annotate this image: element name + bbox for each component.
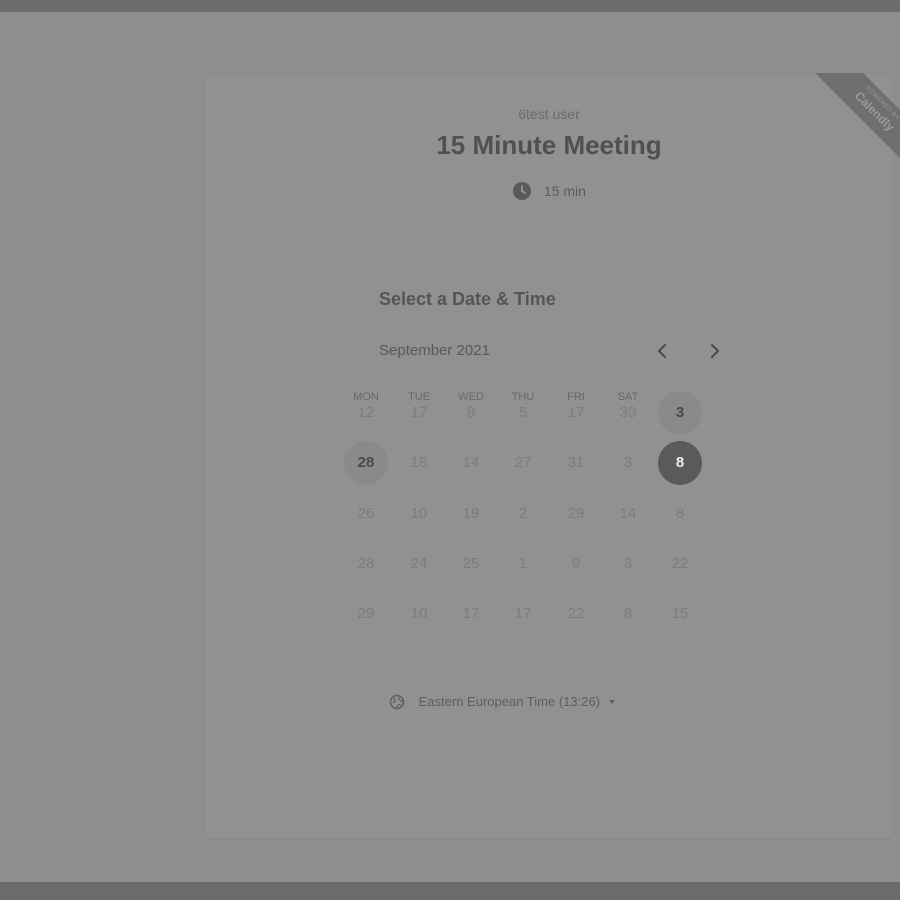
calendar-day: 14 (462, 454, 480, 472)
calendar-day: 1 (518, 554, 528, 572)
calendar-day: 31 (567, 454, 585, 472)
calendar-day: 10 (410, 605, 428, 623)
calendar-day: 27 (514, 454, 532, 472)
calendar-day-selected[interactable]: 8 (658, 441, 702, 486)
calendar-day: 26 (357, 504, 375, 522)
calendar-day: 3 (623, 554, 633, 572)
timezone-selector[interactable]: Eastern European Time (13:26) (389, 693, 615, 710)
calendar-day: 22 (567, 605, 585, 623)
calendar-day: 17 (410, 404, 428, 421)
calendar-day: 5 (518, 404, 528, 421)
calendar-day: 2 (518, 504, 528, 522)
timezone-label: Eastern European Time (13:26) (418, 694, 601, 710)
section-title: Select a Date & Time (379, 289, 556, 309)
chevron-left-icon[interactable] (651, 339, 675, 363)
calendar-day: 17 (514, 605, 532, 623)
event-owner: 6test user (518, 106, 580, 122)
calendar-day: 22 (671, 554, 689, 572)
event-duration: 15 min (205, 181, 893, 201)
bottom-bar (0, 882, 900, 900)
calendar-day: 9 (571, 554, 581, 572)
calendar-day: 28 (357, 554, 375, 572)
calendar-day: 8 (675, 504, 685, 522)
top-bar (0, 0, 900, 12)
event-title: 15 Minute Meeting (436, 130, 662, 160)
calendar-day: 10 (410, 504, 428, 522)
calendar-day: 29 (567, 504, 585, 522)
calendar-day: 30 (619, 404, 637, 421)
powered-by-badge[interactable]: POWERED BY Calendly (789, 73, 900, 177)
calendar-day: 8 (623, 605, 633, 623)
calendar-day: 24 (410, 554, 428, 572)
calendar-day-available[interactable]: 3 (658, 391, 702, 435)
clock-icon (513, 182, 532, 200)
scheduling-card: POWERED BY Calendly 6test user 15 Minute… (204, 73, 900, 840)
calendar-day: 8 (466, 404, 476, 421)
calendar-day: 12 (357, 404, 375, 421)
month-label: September 2021 (379, 342, 490, 359)
calendar-day: 3 (623, 454, 633, 472)
calendar-day-available[interactable]: 28 (344, 441, 388, 486)
chevron-right-icon[interactable] (702, 339, 726, 363)
calendar-day: 25 (462, 554, 480, 572)
caret-down-icon (608, 699, 615, 704)
calendar-day: 17 (567, 404, 585, 421)
calendar-day: 29 (357, 605, 375, 623)
duration-label: 15 min (543, 183, 586, 199)
calendar-day: 14 (619, 504, 637, 522)
calendar-day: 15 (671, 605, 689, 623)
calendar-day: 19 (462, 504, 480, 522)
globe-icon (389, 694, 405, 709)
calendar-day: 17 (462, 605, 480, 623)
calendar-day: 18 (410, 454, 428, 472)
